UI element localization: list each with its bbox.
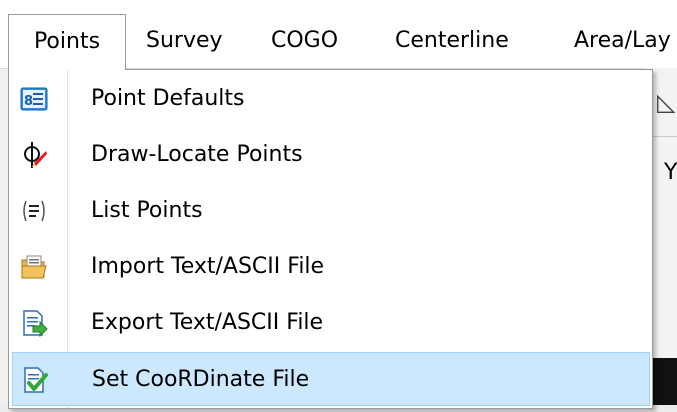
- point-defaults-icon: 8: [20, 85, 48, 113]
- menu-item-set-coordinate-file[interactable]: Set CooRDinate File: [12, 352, 650, 406]
- menu-item-label: List Points: [91, 198, 203, 223]
- menu-bar: Points Survey COGO Centerline Area/Lay: [0, 0, 677, 70]
- triangle-icon: ◺: [657, 88, 676, 116]
- set-coordinate-file-icon: [21, 366, 49, 394]
- menu-item-label: Set CooRDinate File: [92, 367, 310, 392]
- menu-item-import-text-file[interactable]: Import Text/ASCII File: [12, 240, 650, 294]
- menu-item-draw-locate-points[interactable]: Draw-Locate Points: [12, 128, 650, 182]
- menu-item-label: Export Text/ASCII File: [91, 310, 324, 335]
- list-points-icon: [20, 197, 48, 225]
- draw-locate-icon: [20, 141, 48, 169]
- menu-item-export-text-file[interactable]: Export Text/ASCII File: [12, 296, 650, 350]
- menu-item-list-points[interactable]: List Points: [12, 184, 650, 238]
- import-folder-icon: [20, 253, 48, 281]
- svg-text:8: 8: [24, 94, 33, 109]
- menu-item-label: Draw-Locate Points: [91, 142, 303, 167]
- points-dropdown-menu: 8 Point Defaults Draw-Locate Points List…: [8, 69, 653, 409]
- menu-points[interactable]: Points: [8, 14, 126, 70]
- menu-item-point-defaults[interactable]: 8 Point Defaults: [12, 72, 650, 126]
- menu-item-label: Point Defaults: [91, 86, 245, 111]
- menu-centerline[interactable]: Centerline: [395, 17, 509, 65]
- menu-cogo[interactable]: COGO: [271, 17, 338, 65]
- menu-survey[interactable]: Survey: [146, 17, 223, 65]
- background-dark-area: [650, 358, 677, 412]
- export-file-icon: [20, 309, 48, 338]
- menu-item-label: Import Text/ASCII File: [91, 254, 325, 279]
- background-text: YI: [664, 160, 677, 185]
- menu-area-layout[interactable]: Area/Lay: [574, 17, 671, 65]
